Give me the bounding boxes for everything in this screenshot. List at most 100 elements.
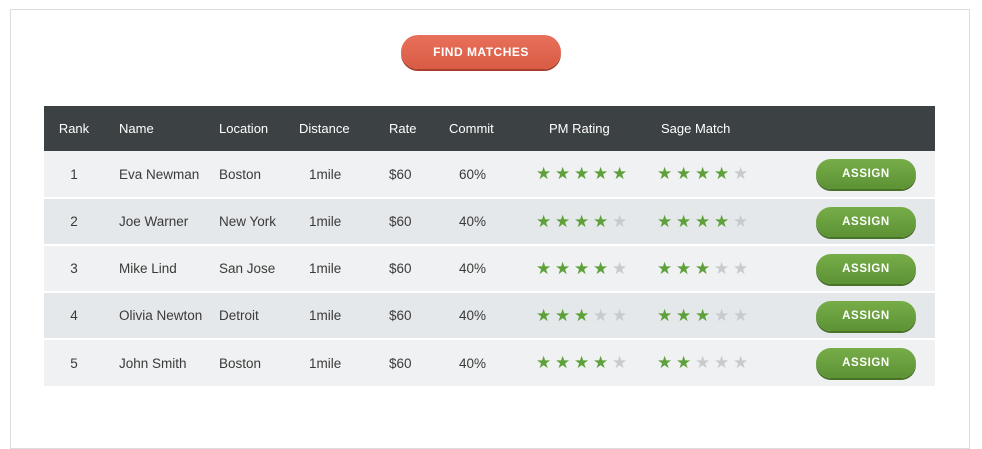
assign-button[interactable]: ASSIGN	[816, 348, 916, 378]
pm-rating-cell: ★ ★ ★ ★ ★	[519, 244, 640, 292]
star-icon: ★	[714, 211, 730, 231]
column-header-name[interactable]: Name	[104, 106, 204, 151]
distance-cell: 1mile	[284, 338, 374, 386]
name-cell: Joe Warner	[104, 197, 204, 245]
star-icon: ★	[593, 258, 609, 278]
star-icon: ★	[612, 258, 628, 278]
star-icon: ★	[536, 164, 552, 183]
rank-cell: 3	[44, 244, 104, 292]
commit-cell: 40%	[434, 338, 519, 386]
rate-cell: $60	[374, 244, 434, 292]
column-header-location[interactable]: Location	[204, 106, 284, 151]
star-icon: ★	[733, 258, 749, 278]
sage-match-stars: ★ ★ ★ ★ ★	[657, 306, 752, 325]
star-icon: ★	[536, 305, 552, 325]
column-header-sage-match[interactable]: Sage Match	[640, 106, 765, 151]
sage-match-cell: ★ ★ ★ ★ ★	[640, 244, 765, 292]
table-row: 2 Joe Warner New York 1mile $60 40% ★ ★ ★ ★ ★ ★ ★ ★ ★ ★…	[44, 197, 935, 245]
star-icon: ★	[657, 211, 673, 231]
find-matches-button[interactable]: FIND MATCHES	[401, 35, 561, 69]
sage-match-cell: ★ ★ ★ ★ ★	[640, 151, 765, 198]
star-icon: ★	[536, 211, 552, 231]
star-icon: ★	[657, 305, 673, 325]
star-icon: ★	[593, 211, 609, 231]
star-icon: ★	[657, 258, 673, 278]
column-header-distance[interactable]: Distance	[284, 106, 374, 151]
distance-cell: 1mile	[284, 244, 374, 292]
name-cell: John Smith	[104, 338, 204, 386]
sage-match-cell: ★ ★ ★ ★ ★	[640, 197, 765, 245]
distance-cell: 1mile	[284, 197, 374, 245]
star-icon: ★	[695, 164, 711, 183]
commit-cell: 40%	[434, 291, 519, 339]
location-cell: New York	[204, 197, 284, 245]
star-icon: ★	[676, 305, 692, 325]
rank-cell: 2	[44, 197, 104, 245]
star-icon: ★	[612, 211, 628, 231]
star-icon: ★	[574, 258, 590, 278]
rate-cell: $60	[374, 291, 434, 339]
star-icon: ★	[714, 353, 730, 372]
commit-cell: 60%	[459, 166, 487, 182]
action-cell: ASSIGN	[765, 197, 935, 245]
star-icon: ★	[733, 353, 749, 372]
table-row: 4 Olivia Newton Detroit 1mile $60 40% ★ ★ ★ ★ ★ ★ ★ ★…	[44, 291, 935, 339]
rate-cell: $60	[389, 166, 412, 182]
pm-rating-stars: ★ ★ ★ ★ ★	[536, 259, 631, 278]
star-icon: ★	[555, 305, 571, 325]
column-header-rate[interactable]: Rate	[374, 106, 434, 151]
star-icon: ★	[593, 353, 609, 372]
pm-rating-cell: ★ ★ ★ ★ ★	[519, 338, 640, 386]
star-icon: ★	[657, 164, 673, 183]
assign-button[interactable]: ASSIGN	[816, 206, 916, 237]
star-icon: ★	[676, 211, 692, 231]
star-icon: ★	[593, 305, 609, 325]
sage-match-stars: ★ ★ ★ ★ ★	[657, 212, 752, 231]
column-header-pm-rating[interactable]: PM Rating	[519, 106, 640, 151]
commit-cell: 40%	[434, 244, 519, 292]
table-row: 1 Eva Newman Boston 1mile $60 60% ★ ★ ★ ★ ★ ★ ★ ★ ★ ★ AS…	[44, 151, 935, 198]
star-icon: ★	[612, 164, 628, 183]
table-row: 3 Mike Lind San Jose 1mile $60 40% ★ ★ ★ ★ ★ ★ ★ ★ ★ ★ A…	[44, 244, 935, 292]
assign-button[interactable]: ASSIGN	[816, 159, 916, 189]
column-header-commit[interactable]: Commit	[434, 106, 519, 151]
star-icon: ★	[676, 164, 692, 183]
sage-match-cell: ★ ★ ★ ★ ★	[640, 291, 765, 339]
star-icon: ★	[695, 353, 711, 372]
star-icon: ★	[574, 353, 590, 372]
name-cell: Mike Lind	[104, 244, 204, 292]
rank-cell: 4	[44, 291, 104, 339]
action-cell: ASSIGN	[765, 338, 935, 386]
rate-cell: $60	[374, 197, 434, 245]
star-icon: ★	[612, 305, 628, 325]
location-cell: Detroit	[204, 291, 284, 339]
assign-button[interactable]: ASSIGN	[816, 253, 916, 284]
star-icon: ★	[555, 258, 571, 278]
action-cell: ASSIGN	[765, 244, 935, 292]
column-header-rank[interactable]: Rank	[44, 106, 104, 151]
star-icon: ★	[714, 258, 730, 278]
star-icon: ★	[555, 164, 571, 183]
star-icon: ★	[714, 164, 730, 183]
pm-rating-cell: ★ ★ ★ ★ ★	[519, 291, 640, 339]
table-header-row: Rank Name Location Distance Rate Commit …	[44, 106, 935, 151]
location-cell: Boston	[219, 166, 262, 182]
distance-cell: 1mile	[284, 291, 374, 339]
star-icon: ★	[657, 353, 673, 372]
star-icon: ★	[714, 305, 730, 325]
star-icon: ★	[695, 305, 711, 325]
location-cell: Boston	[204, 338, 284, 386]
rank-cell: 1	[70, 166, 78, 182]
action-cell: ASSIGN	[765, 291, 935, 339]
commit-cell: 40%	[434, 197, 519, 245]
rank-cell: 5	[44, 338, 104, 386]
star-icon: ★	[695, 211, 711, 231]
assign-button[interactable]: ASSIGN	[816, 300, 916, 331]
star-icon: ★	[612, 353, 628, 372]
table-row: 5 John Smith Boston 1mile $60 40% ★ ★ ★ ★ ★ ★ ★ ★ ★ ★ AS…	[44, 338, 935, 386]
pm-rating-stars: ★ ★ ★ ★ ★	[536, 306, 631, 325]
star-icon: ★	[536, 353, 552, 372]
pm-rating-cell: ★ ★ ★ ★ ★	[519, 151, 640, 198]
star-icon: ★	[574, 211, 590, 231]
star-icon: ★	[733, 164, 749, 183]
